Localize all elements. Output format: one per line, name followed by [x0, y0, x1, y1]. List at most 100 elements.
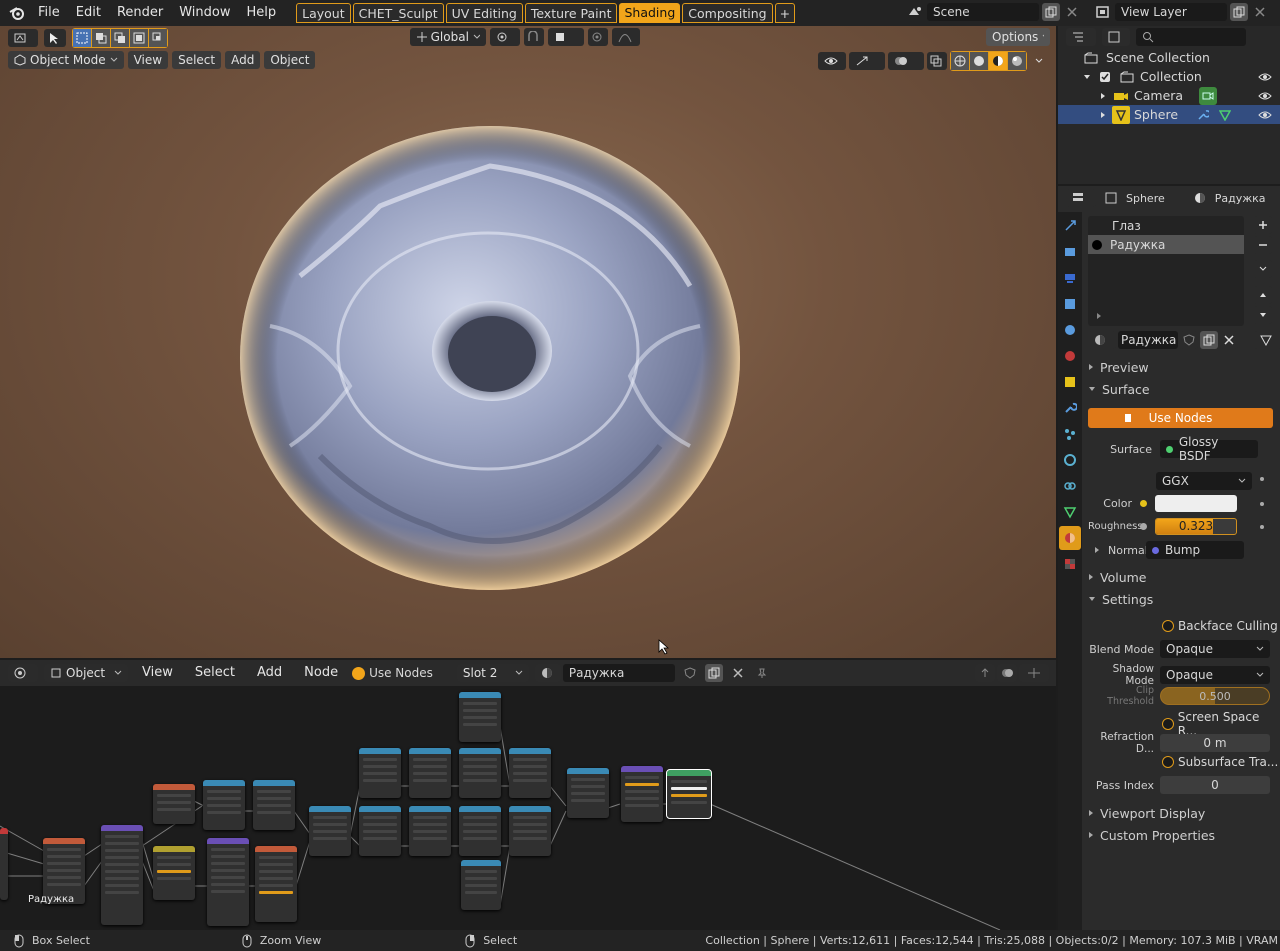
unlink-material-icon[interactable]	[729, 664, 747, 682]
move-slot-up-icon[interactable]	[1254, 286, 1272, 304]
color-swatch[interactable]	[1155, 495, 1237, 512]
material-preview-icon[interactable]	[989, 52, 1007, 70]
material-name-field[interactable]: Радужка	[562, 664, 675, 682]
panel-settings[interactable]: Settings	[1088, 588, 1276, 610]
node-multiply-d[interactable]	[567, 768, 609, 818]
node-mix[interactable]	[153, 846, 195, 900]
subsurface-checkbox[interactable]	[1162, 756, 1174, 768]
tab-constraints-icon[interactable]	[1059, 474, 1081, 498]
panel-custom-properties[interactable]: Custom Properties	[1088, 824, 1276, 846]
animate-dot-icon[interactable]	[1260, 525, 1264, 529]
expand-arrow-icon[interactable]	[1082, 68, 1092, 86]
display-mode-icon[interactable]	[1102, 28, 1130, 46]
outliner-row-sphere[interactable]: Sphere	[1058, 105, 1280, 124]
animate-dot-icon[interactable]	[1260, 477, 1264, 481]
pin-icon[interactable]	[753, 664, 771, 682]
modifier-wrench-icon[interactable]	[1194, 106, 1212, 124]
node-subtract-b[interactable]	[409, 806, 451, 856]
material-slot-item-active[interactable]: Радужка	[1088, 235, 1244, 254]
panel-surface[interactable]: Surface	[1088, 378, 1276, 400]
expand-arrow-icon[interactable]	[1098, 87, 1108, 105]
menu-window[interactable]: Window	[171, 0, 238, 26]
tab-texture-icon[interactable]	[1059, 552, 1081, 576]
pivot-point-icon[interactable]	[490, 28, 520, 46]
normal-input-field[interactable]: Bump	[1146, 541, 1244, 559]
node-gradient-texture[interactable]	[153, 784, 195, 824]
node-voronoi-texture[interactable]	[255, 846, 297, 922]
node-multiply-a[interactable]	[203, 780, 245, 830]
checkbox-icon[interactable]	[1096, 68, 1114, 86]
screen-space-checkbox[interactable]	[1162, 718, 1174, 730]
view-layer-field[interactable]: View Layer	[1115, 3, 1227, 21]
visibility-icon[interactable]	[818, 52, 846, 70]
node-editor-type-icon[interactable]	[8, 664, 38, 682]
viewport-menu-view[interactable]: View	[127, 51, 169, 69]
node-mapping-b[interactable]	[207, 838, 249, 926]
add-slot-icon[interactable]	[1254, 216, 1272, 234]
panel-preview[interactable]: Preview	[1088, 356, 1276, 378]
tab-world-icon[interactable]	[1059, 344, 1081, 368]
new-scene-icon[interactable]	[1042, 3, 1060, 21]
snap-target-icon[interactable]	[548, 28, 584, 46]
node-power-c[interactable]	[359, 806, 401, 856]
expand-arrow-icon[interactable]	[1098, 106, 1108, 124]
tab-physics-icon[interactable]	[1059, 448, 1081, 472]
remove-slot-icon[interactable]	[1254, 236, 1272, 254]
camera-data-icon[interactable]	[1199, 86, 1218, 105]
shader-type-dropdown[interactable]: Object	[44, 664, 128, 682]
select-subtract-icon[interactable]	[111, 29, 129, 47]
tab-data-icon[interactable]	[1059, 500, 1081, 524]
node-multiply-c[interactable]	[461, 860, 501, 910]
viewport-menu-object[interactable]: Object	[264, 51, 316, 69]
mesh-data-icon[interactable]	[1216, 106, 1234, 124]
outliner-row-scene-collection[interactable]: Scene Collection	[1058, 48, 1280, 67]
blender-logo-icon[interactable]	[8, 4, 26, 22]
link-type-icon[interactable]	[1254, 331, 1280, 349]
tab-texture-paint[interactable]: Texture Paint	[524, 3, 618, 23]
proportional-edit-icon[interactable]	[588, 28, 608, 46]
visibility-eye-icon[interactable]	[1256, 68, 1274, 86]
xray-icon[interactable]	[927, 52, 947, 70]
material-name-field[interactable]: Радужка	[1118, 331, 1178, 349]
editor-type-icon[interactable]	[8, 29, 38, 47]
roughness-socket-icon[interactable]	[1140, 523, 1147, 530]
new-view-layer-icon[interactable]	[1230, 3, 1248, 21]
panel-volume[interactable]: Volume	[1088, 566, 1276, 588]
remove-scene-icon[interactable]	[1063, 3, 1081, 21]
node-power-b[interactable]	[359, 748, 401, 798]
move-slot-down-icon[interactable]	[1254, 306, 1272, 324]
parent-node-tree-icon[interactable]	[975, 664, 995, 682]
falloff-icon[interactable]	[612, 28, 640, 46]
panel-viewport-display[interactable]: Viewport Display	[1088, 802, 1276, 824]
slot-dropdown[interactable]: Slot 2	[456, 664, 529, 682]
rendered-shading-icon[interactable]	[1008, 52, 1026, 70]
material-slot-item[interactable]: Глаз	[1088, 216, 1244, 235]
subsurface-translucency-toggle[interactable]: Subsurface Tra...	[1162, 755, 1278, 769]
backface-culling-toggle[interactable]: Backface Culling	[1162, 619, 1278, 633]
properties-type-icon[interactable]	[1066, 189, 1096, 207]
duplicate-material-icon[interactable]	[704, 664, 723, 682]
solid-shading-icon[interactable]	[970, 52, 988, 70]
tab-object-icon[interactable]	[1059, 370, 1081, 394]
menu-help[interactable]: Help	[239, 0, 285, 26]
transform-orientation-dropdown[interactable]: Global	[410, 28, 486, 46]
tab-shading[interactable]: Shading	[619, 3, 681, 23]
pass-index-field[interactable]: 0	[1160, 776, 1270, 794]
use-nodes-toggle[interactable]: Use Nodes	[352, 666, 433, 680]
menu-edit[interactable]: Edit	[68, 0, 109, 26]
tab-view-layer-icon[interactable]	[1059, 292, 1081, 316]
outliner-type-icon[interactable]	[1066, 28, 1096, 46]
surface-shader-field[interactable]: Glossy BSDF	[1160, 435, 1258, 463]
remove-view-layer-icon[interactable]	[1251, 3, 1269, 21]
viewport-menu-add[interactable]: Add	[225, 51, 261, 69]
node-divide-a[interactable]	[509, 748, 551, 798]
3d-viewport[interactable]: Global Options Object Mode View Select A…	[0, 26, 1056, 658]
tab-output-icon[interactable]	[1059, 266, 1081, 290]
material-browse-icon[interactable]	[534, 664, 561, 682]
view-layer-icon[interactable]	[1094, 3, 1112, 21]
options-dropdown[interactable]: Options	[986, 28, 1050, 46]
select-extend-icon[interactable]	[92, 29, 110, 47]
snap-icon[interactable]	[524, 28, 544, 46]
tab-uv-editing[interactable]: UV Editing	[445, 3, 523, 23]
backface-culling-checkbox[interactable]	[1162, 620, 1174, 632]
